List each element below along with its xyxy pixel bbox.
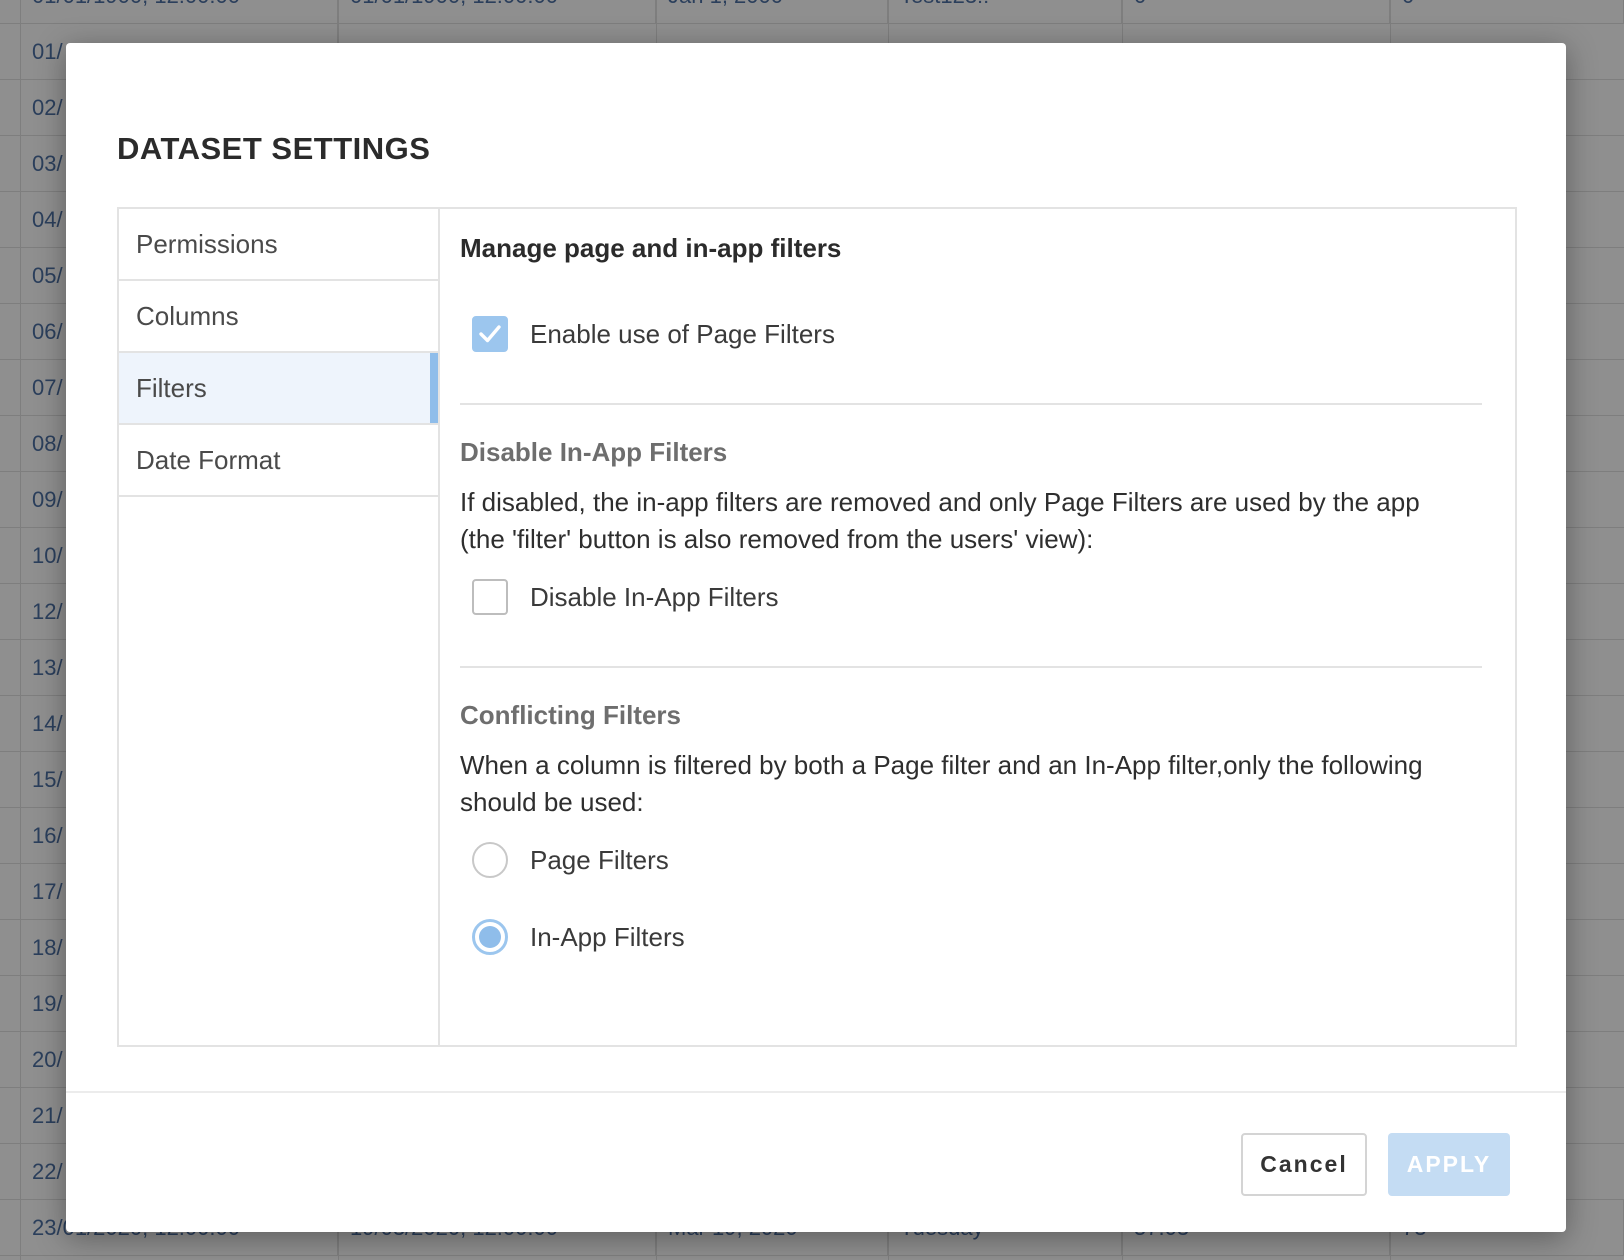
table-cell: Test123!! — [888, 0, 1122, 24]
nav-item-columns[interactable]: Columns — [119, 281, 438, 353]
nav-item-filters[interactable]: Filters — [119, 353, 438, 425]
divider — [460, 666, 1482, 668]
disable-in-app-title: Disable In-App Filters — [460, 437, 728, 467]
table-cell: 01/01/1900, 12:00:00 — [20, 0, 338, 24]
conflict-description-line-2: should be used: — [460, 787, 644, 817]
filters-content: Manage page and in-app filters Enable us… — [460, 209, 1497, 1045]
nav-item-permissions[interactable]: Permissions — [119, 209, 438, 281]
settings-panel: Permissions Columns Filters Date Format … — [117, 207, 1517, 1047]
table-cell: Jan 1, 2000 — [656, 0, 888, 24]
disable-in-app-label: Disable In-App Filters — [530, 581, 779, 612]
dataset-settings-dialog: DATASET SETTINGS Permissions Columns Fil… — [66, 43, 1566, 1232]
table-row: 01/01/1900, 12:00:00 01/01/1900, 12:00:0… — [0, 0, 1624, 24]
nav-item-date-format[interactable]: Date Format — [119, 425, 438, 497]
disable-in-app-option[interactable]: Disable In-App Filters — [472, 577, 779, 617]
divider — [460, 403, 1482, 405]
footer-divider — [66, 1091, 1566, 1093]
enable-page-filters-option[interactable]: Enable use of Page Filters — [472, 314, 835, 354]
page-filters-radio-label: Page Filters — [530, 844, 669, 875]
disable-description-line-1: If disabled, the in-app filters are remo… — [460, 487, 1420, 517]
disable-in-app-checkbox[interactable] — [472, 579, 508, 615]
table-cell: 01/01/1900, 12:00:00 — [338, 0, 656, 24]
in-app-filters-radio[interactable] — [472, 919, 508, 955]
section-heading: Manage page and in-app filters — [460, 233, 842, 263]
disable-description-line-2: (the 'filter' button is also removed fro… — [460, 524, 1094, 554]
page-filters-radio[interactable] — [472, 842, 508, 878]
table-cell: 0 — [1390, 0, 1624, 24]
checkmark-icon — [479, 325, 501, 343]
enable-page-filters-label: Enable use of Page Filters — [530, 318, 835, 349]
dialog-title: DATASET SETTINGS — [117, 131, 431, 166]
table-cell: 0 — [1122, 0, 1390, 24]
conflict-description-line-1: When a column is filtered by both a Page… — [460, 750, 1423, 780]
radio-selected-dot — [479, 926, 501, 948]
conflicting-filters-title: Conflicting Filters — [460, 700, 681, 730]
page-filters-radio-option[interactable]: Page Filters — [472, 840, 669, 880]
in-app-filters-radio-label: In-App Filters — [530, 921, 685, 952]
cancel-button[interactable]: Cancel — [1241, 1133, 1367, 1196]
settings-nav: Permissions Columns Filters Date Format — [119, 209, 440, 1045]
in-app-filters-radio-option[interactable]: In-App Filters — [472, 917, 685, 957]
enable-page-filters-checkbox[interactable] — [472, 316, 508, 352]
apply-button[interactable]: APPLY — [1388, 1133, 1510, 1196]
